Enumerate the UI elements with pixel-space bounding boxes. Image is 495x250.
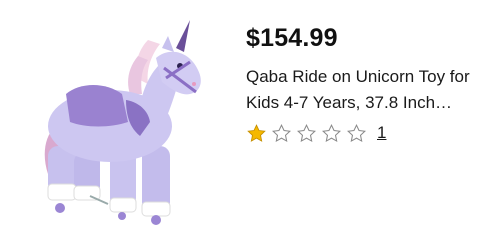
product-title-line-2[interactable]: Kids 4-7 Years, 37.8 Inch… [246, 90, 482, 116]
star-empty-icon [296, 123, 317, 144]
star-empty-icon [271, 123, 292, 144]
product-card[interactable]: $154.99 Qaba Ride on Unicorn Toy for Kid… [0, 0, 495, 250]
unicorn-toy-icon [44, 20, 201, 225]
product-title-line-1[interactable]: Qaba Ride on Unicorn Toy for [246, 64, 482, 90]
review-count-link[interactable]: 1 [377, 123, 386, 143]
star-rating[interactable]: 1 [246, 120, 486, 146]
product-image[interactable] [30, 18, 230, 230]
product-info: $154.99 Qaba Ride on Unicorn Toy for Kid… [246, 22, 486, 146]
star-filled-icon [246, 123, 267, 144]
star-empty-icon [321, 123, 342, 144]
product-price: $154.99 [246, 24, 338, 52]
product-title[interactable]: Qaba Ride on Unicorn Toy for Kids 4-7 Ye… [246, 64, 482, 116]
star-empty-icon [346, 123, 367, 144]
